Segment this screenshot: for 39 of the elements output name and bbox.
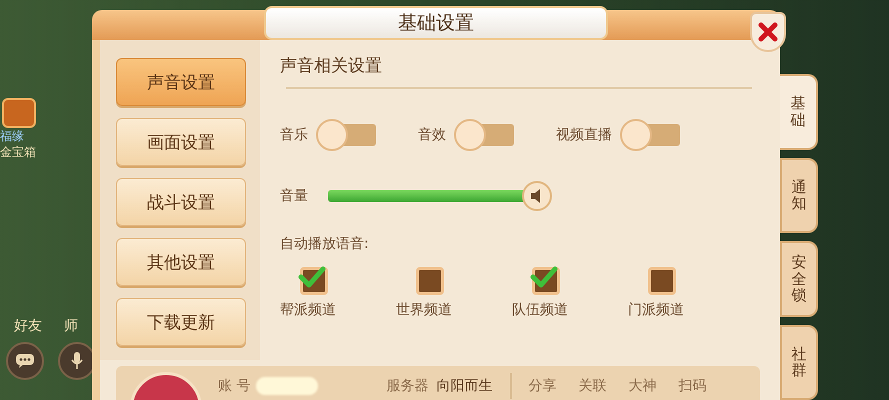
- section-title: 声音相关设置: [280, 55, 383, 77]
- checkbox[interactable]: [532, 267, 560, 295]
- server-label: 服务器: [386, 377, 428, 395]
- checkbox[interactable]: [416, 267, 444, 295]
- master-button[interactable]: 师: [64, 318, 78, 334]
- toggle-switch[interactable]: [620, 119, 680, 151]
- menu-button[interactable]: 其他设置: [116, 238, 246, 286]
- auto-play-label: 自动播放语音:: [280, 235, 370, 253]
- channel-label: 门派频道: [628, 301, 684, 319]
- checkbox[interactable]: [300, 267, 328, 295]
- side-tab[interactable]: 基础: [780, 74, 818, 150]
- close-button[interactable]: [750, 12, 786, 52]
- toggle-label: 音效: [418, 126, 446, 144]
- toggle-label: 视频直播: [556, 126, 612, 144]
- server-name: 向阳而生: [436, 377, 492, 395]
- volume-label: 音量: [280, 187, 308, 205]
- checkbox[interactable]: [648, 267, 676, 295]
- window-title: 基础设置: [264, 6, 608, 40]
- account-label: 账 号: [218, 377, 250, 395]
- side-tab[interactable]: 安全锁: [780, 241, 818, 316]
- hud-label: 福缘: [0, 128, 24, 144]
- speaker-icon[interactable]: [522, 181, 552, 211]
- side-tab[interactable]: 通知: [780, 158, 818, 233]
- toggle-switch[interactable]: [454, 119, 514, 151]
- channel-label: 队伍频道: [512, 301, 568, 319]
- side-tab[interactable]: 社群: [780, 324, 818, 400]
- toggle-label: 音乐: [280, 126, 308, 144]
- toggle-switch[interactable]: [316, 119, 376, 151]
- hud-label: 金宝箱: [0, 144, 36, 160]
- close-icon: [757, 21, 779, 43]
- menu-button[interactable]: 画面设置: [116, 118, 246, 166]
- channel-label: 世界频道: [396, 301, 452, 319]
- chat-icon[interactable]: [6, 342, 44, 380]
- menu-button[interactable]: 下载更新: [116, 298, 246, 346]
- menu-button[interactable]: 声音设置: [116, 58, 246, 106]
- menu-button[interactable]: 战斗设置: [116, 178, 246, 226]
- blurred-account-value: [256, 377, 318, 395]
- friends-button[interactable]: 好友: [14, 318, 42, 334]
- channel-label: 帮派频道: [280, 301, 336, 319]
